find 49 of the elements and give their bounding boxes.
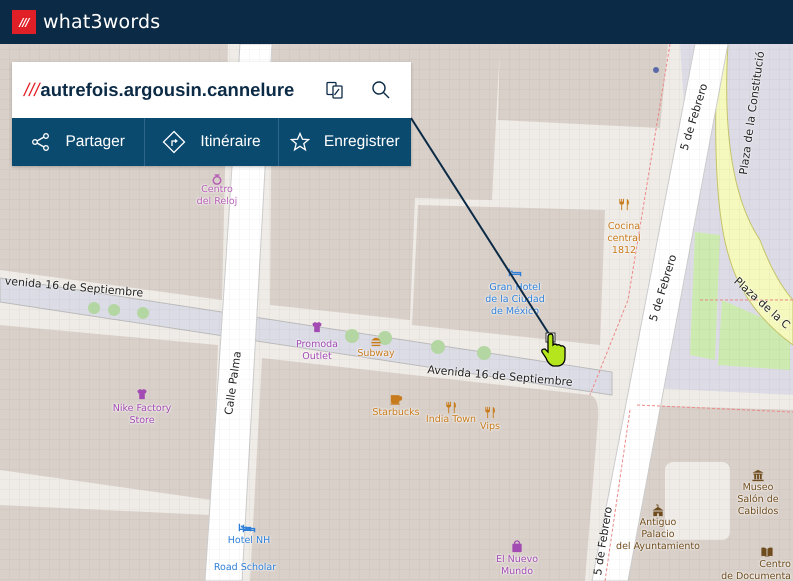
place-label: El Nuevo Mundo xyxy=(496,554,538,578)
fork-knife-icon xyxy=(617,197,631,211)
place-label: Nike Factory Store xyxy=(112,403,172,427)
share-icon xyxy=(31,132,52,152)
street-name: Plaza de la Constitució xyxy=(736,50,768,176)
tree-icon xyxy=(477,346,491,360)
search-icon[interactable] xyxy=(371,80,391,100)
ring-icon xyxy=(210,172,224,186)
street-name: Avenida 16 de Septiembre xyxy=(426,363,574,389)
shirt-icon xyxy=(310,320,324,334)
tree-icon xyxy=(378,331,392,345)
tree-icon xyxy=(431,340,445,354)
street-name: Calle Palma xyxy=(222,350,244,416)
action-button[interactable]: Itinéraire xyxy=(144,118,278,166)
street-name: 5 de Febrero xyxy=(591,506,615,576)
place-label: Centro de Documenta xyxy=(721,559,791,581)
tree-icon xyxy=(88,302,100,314)
fork-knife-icon xyxy=(444,400,458,414)
place-label: Subway xyxy=(357,348,395,360)
turn-sign-icon xyxy=(162,130,186,154)
copy-icon[interactable] xyxy=(325,80,345,100)
three-word-address: ///autrefois.argousin.cannelure xyxy=(24,79,296,101)
tree-icon xyxy=(137,307,149,319)
place-label: India Town xyxy=(426,414,476,426)
star-icon xyxy=(290,132,310,152)
place-label: Vips xyxy=(480,421,500,433)
brand-name: what3words xyxy=(43,11,160,33)
place-label: Cocina central 1812 xyxy=(607,221,641,257)
place-label: Promoda Outlet xyxy=(296,339,338,363)
action-button[interactable]: Enregistrer xyxy=(278,118,411,166)
fork-knife-icon xyxy=(483,405,497,419)
tree-icon xyxy=(345,329,359,343)
place-label: Museo Salón de Cabildos xyxy=(737,482,779,518)
place-label: Road Scholar xyxy=(214,562,276,574)
hand-cursor-icon xyxy=(541,333,566,367)
shopping-bag-icon xyxy=(510,539,524,553)
town-hall-icon xyxy=(651,504,665,518)
columns-icon xyxy=(751,469,765,483)
logo-mark[interactable]: /// xyxy=(12,10,36,34)
street-name: venida 16 de Septiembre xyxy=(4,274,144,300)
coffee-cup-icon xyxy=(389,392,403,406)
shirt-icon xyxy=(135,387,149,401)
place-label: Starbucks xyxy=(372,407,420,419)
tree-icon xyxy=(108,304,120,316)
place-label: Hotel NH xyxy=(228,535,270,547)
place-label: Centro del Reloj xyxy=(196,184,238,208)
action-button[interactable]: Partager xyxy=(12,118,144,166)
place-label: Antiguo Palacio del Ayuntamiento xyxy=(616,517,700,553)
book-icon xyxy=(760,545,774,559)
